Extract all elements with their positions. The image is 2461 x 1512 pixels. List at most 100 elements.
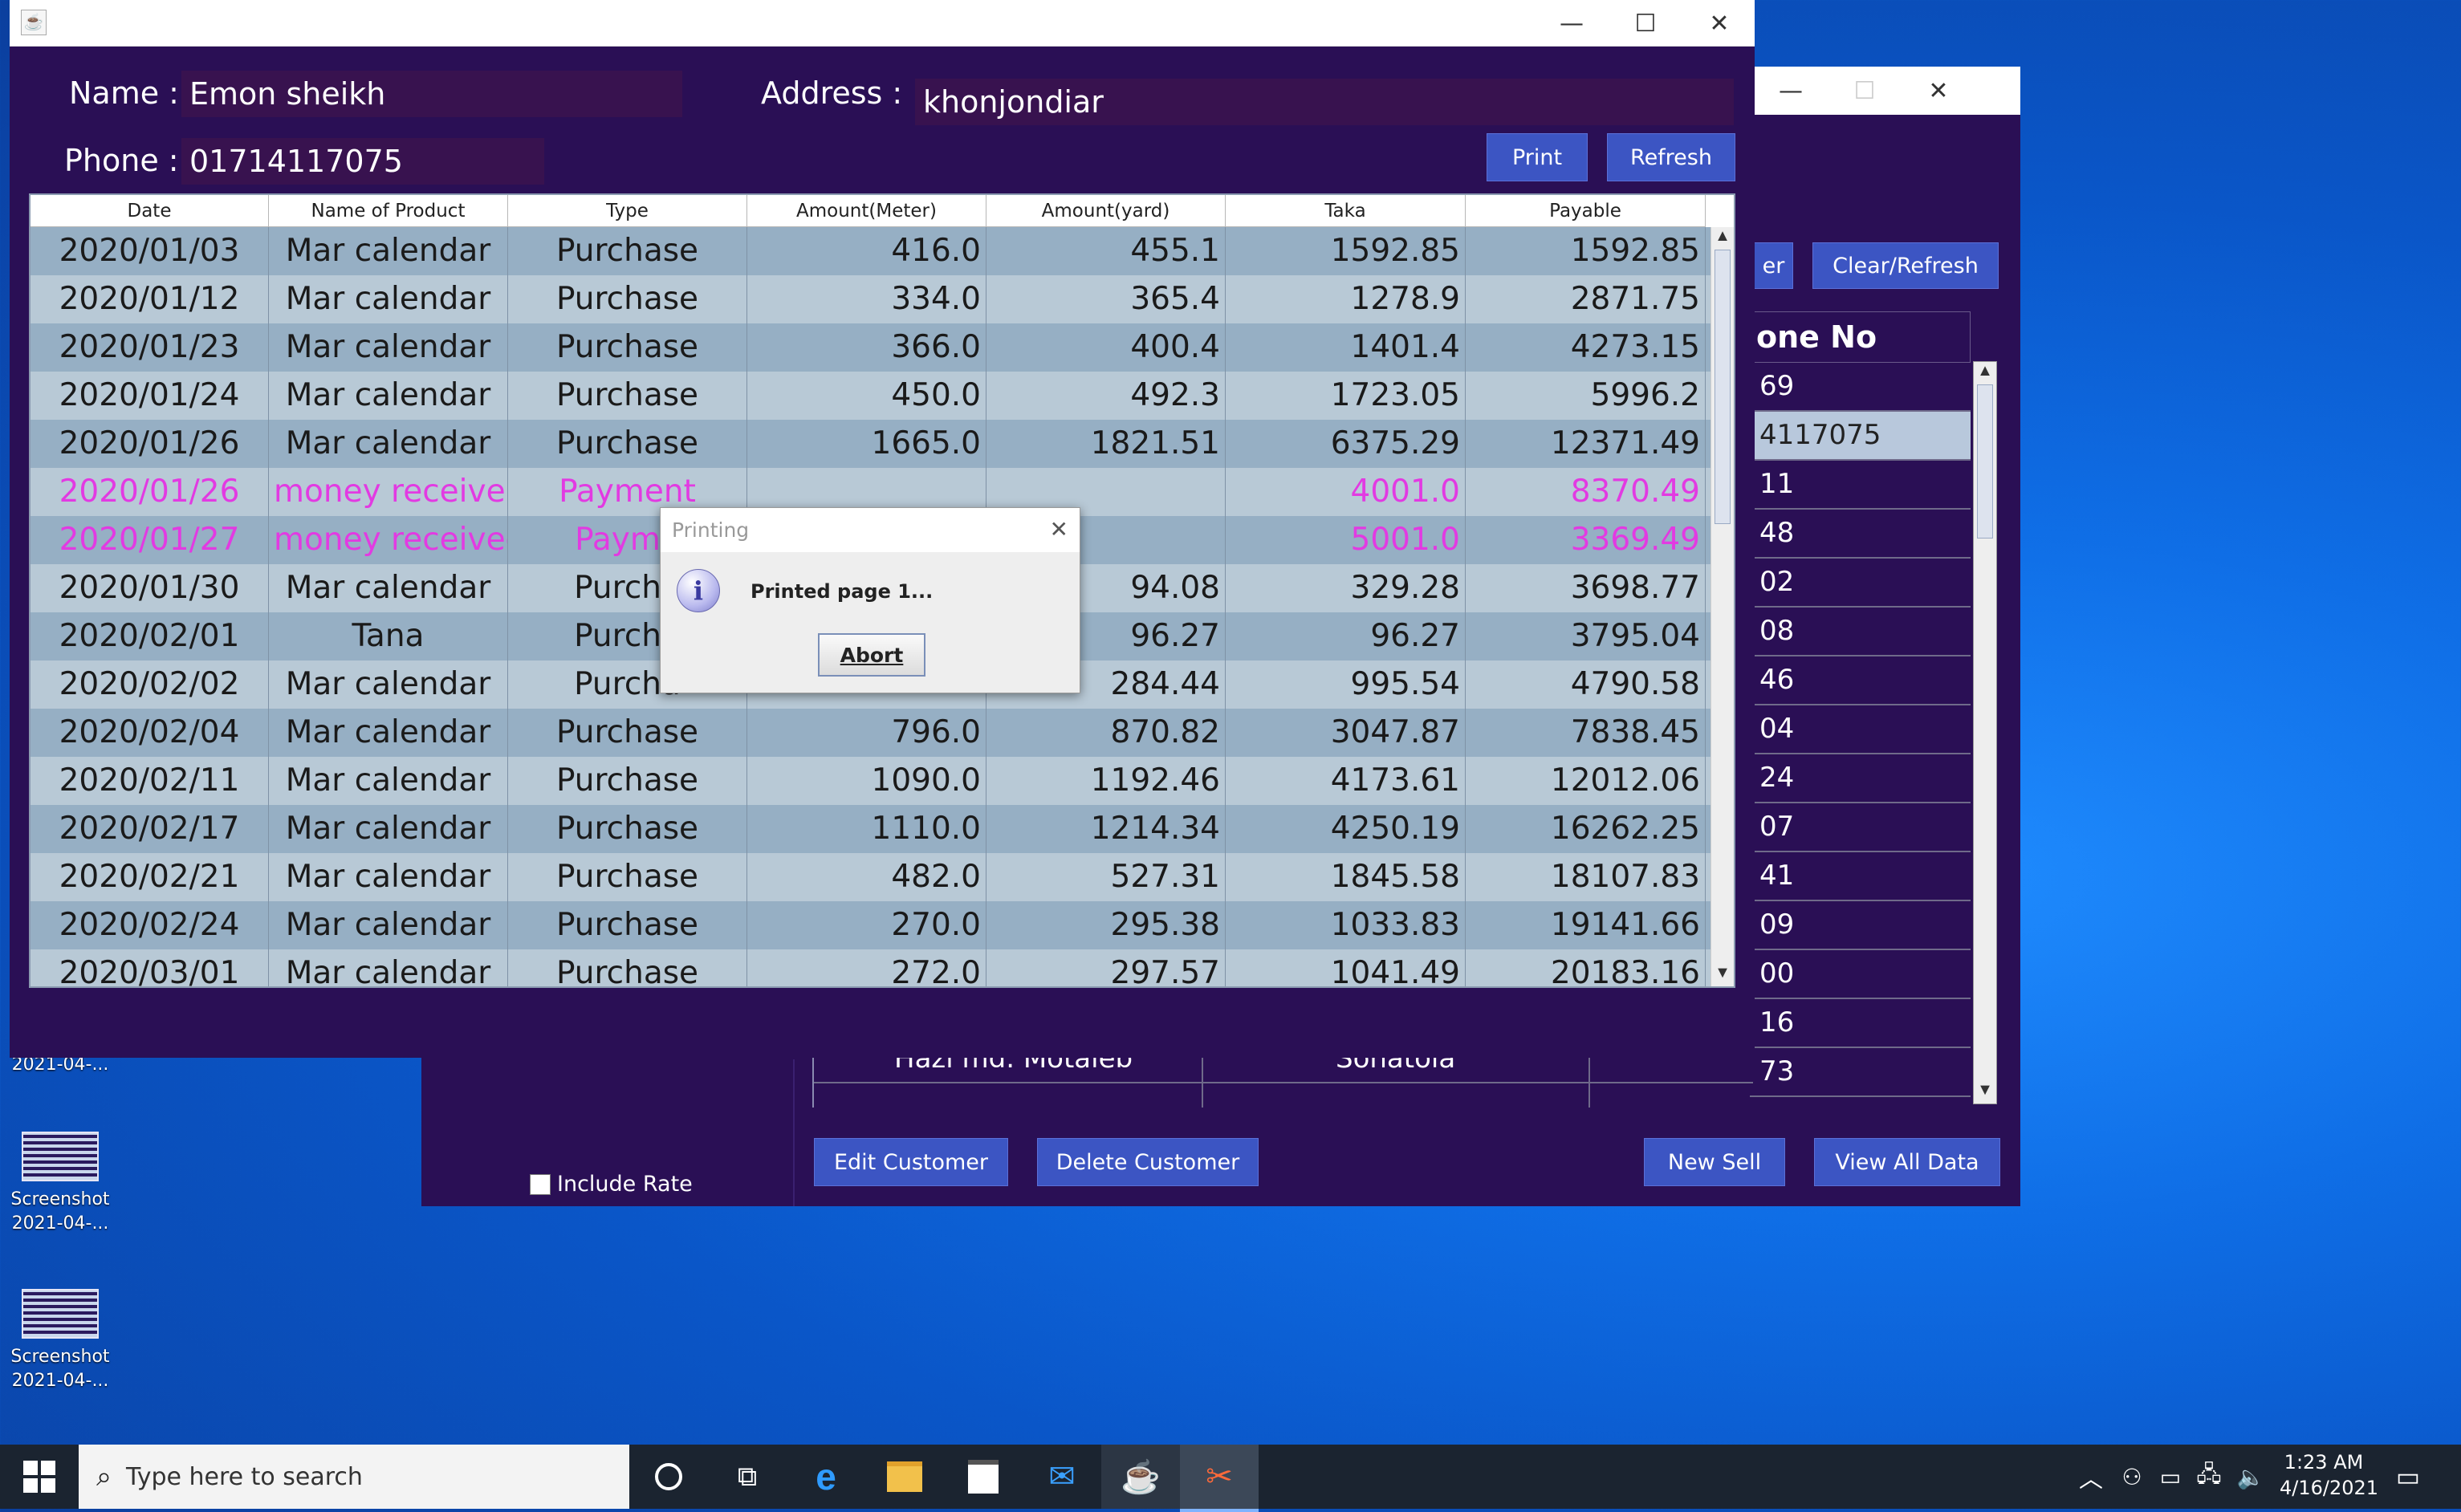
phone-cell[interactable]: 24	[1750, 754, 1971, 803]
phone-cell[interactable]: 04	[1750, 705, 1971, 754]
table-row[interactable]: 2020/01/03 Mar calendar Purchase 416.0 455.1…	[31, 227, 1712, 276]
name-field[interactable]: Emon sheikh	[181, 71, 682, 117]
table-scrollbar[interactable]: ▲ ▼	[1710, 227, 1734, 986]
column-header[interactable]: Payable	[1466, 195, 1706, 227]
phone-cell[interactable]: 08	[1750, 608, 1971, 656]
table-cell: 2020/01/24	[31, 372, 269, 420]
column-header[interactable]: Amount(yard)	[986, 195, 1226, 227]
column-header[interactable]: Taka	[1226, 195, 1466, 227]
close-icon[interactable]: ✕	[1682, 0, 1756, 47]
table-cell: 2020/02/24	[31, 901, 269, 949]
image-file-icon	[22, 1132, 99, 1181]
scroll-thumb[interactable]	[1715, 250, 1731, 524]
dialog-close-icon[interactable]: ✕	[1050, 516, 1068, 543]
table-cell: 4173.61	[1226, 757, 1466, 805]
table-cell: Mar calendar	[269, 805, 508, 853]
clear-refresh-button[interactable]: Clear/Refresh	[1812, 242, 1999, 289]
checkbox-box[interactable]	[530, 1173, 551, 1195]
view-all-data-button[interactable]: View All Data	[1814, 1138, 2000, 1186]
phone-cell[interactable]: 69	[1750, 363, 1971, 412]
table-cell: 1592.85	[1466, 227, 1706, 275]
table-row[interactable]: 2020/01/24 Mar calendar Purchase 450.0 492.3…	[31, 372, 1712, 421]
table-row[interactable]: 2020/01/26 Mar calendar Purchase 1665.0 1821…	[31, 420, 1712, 469]
phone-cell[interactable]: 02	[1750, 559, 1971, 608]
table-cell: 12371.49	[1466, 420, 1706, 468]
maximize-icon[interactable]: ☐	[1828, 67, 1902, 115]
scroll-up-icon[interactable]: ▲	[1711, 227, 1734, 250]
phone-cell[interactable]: 46	[1750, 656, 1971, 705]
desktop-icon-screenshot-2[interactable]: Screenshot 2021-04-...	[0, 1289, 120, 1393]
close-icon[interactable]: ✕	[1902, 67, 1975, 115]
maximize-icon[interactable]: ☐	[1609, 0, 1682, 47]
table-cell: 7838.45	[1466, 709, 1706, 757]
scroll-down-icon[interactable]: ▼	[1711, 964, 1734, 986]
table-cell: 3369.49	[1466, 516, 1706, 564]
store-icon[interactable]	[944, 1445, 1023, 1509]
delete-customer-button[interactable]: Delete Customer	[1037, 1138, 1259, 1186]
minimize-icon[interactable]: —	[1754, 67, 1828, 115]
phone-cell[interactable]: 00	[1750, 950, 1971, 999]
include-rate-checkbox[interactable]: Include Rate	[530, 1172, 693, 1197]
phone-cell[interactable]: 41	[1750, 852, 1971, 901]
column-header[interactable]: Type	[508, 195, 747, 227]
back-table-scrollbar[interactable]: ▲ ▼	[1973, 361, 1997, 1104]
phone-column-header[interactable]: one No	[1750, 311, 1971, 363]
table-row[interactable]: 2020/01/12 Mar calendar Purchase 334.0 365.4…	[31, 275, 1712, 324]
scroll-up-icon[interactable]: ▲	[1974, 362, 1996, 384]
print-button[interactable]: Print	[1487, 133, 1588, 181]
partial-button[interactable]: er	[1755, 242, 1793, 289]
table-cell: 400.4	[986, 323, 1226, 372]
table-cell: Mar calendar	[269, 275, 508, 323]
phone-cell[interactable]: 09	[1750, 901, 1971, 950]
phone-cell[interactable]: 16	[1750, 999, 1971, 1048]
phone-field[interactable]: 01714117075	[181, 138, 544, 185]
scroll-down-icon[interactable]: ▼	[1974, 1081, 1996, 1104]
table-row[interactable]: 2020/01/23 Mar calendar Purchase 366.0 400.4…	[31, 323, 1712, 372]
desktop-icon-screenshot-1[interactable]: Screenshot 2021-04-...	[0, 1132, 120, 1236]
notification-icon[interactable]: ▭	[2376, 1445, 2440, 1509]
table-row[interactable]: 2020/03/01 Mar calendar Purchase 272.0 297.5…	[31, 949, 1712, 986]
table-cell: 4001.0	[1226, 468, 1466, 516]
phone-cell[interactable]: 07	[1750, 803, 1971, 852]
java-app-icon[interactable]: ☕	[1101, 1445, 1180, 1509]
scroll-thumb[interactable]	[1977, 384, 1993, 539]
phone-cell[interactable]: 73	[1750, 1048, 1971, 1097]
table-cell: Purchase	[508, 227, 747, 275]
column-header[interactable]: Amount(Meter)	[747, 195, 986, 227]
table-row[interactable]: 2020/02/17 Mar calendar Purchase 1110.0 1214…	[31, 805, 1712, 854]
search-input[interactable]: Type here to search	[126, 1463, 363, 1491]
dialog-message: Printed page 1...	[751, 580, 934, 603]
network-icon[interactable]: 🖧	[2185, 1445, 2233, 1509]
volume-icon[interactable]: 🔈	[2227, 1445, 2275, 1509]
refresh-button[interactable]: Refresh	[1607, 133, 1735, 181]
table-cell: 2020/03/01	[31, 949, 269, 986]
table-cell: 297.57	[986, 949, 1226, 986]
edit-customer-button[interactable]: Edit Customer	[814, 1138, 1008, 1186]
table-row[interactable]: 2020/02/04 Mar calendar Purchase 796.0 870.8…	[31, 709, 1712, 758]
minimize-icon[interactable]: —	[1535, 0, 1609, 47]
new-sell-button[interactable]: New Sell	[1644, 1138, 1785, 1186]
mail-icon[interactable]: ✉	[1023, 1445, 1101, 1509]
snipping-tool-icon[interactable]: ✂	[1180, 1445, 1259, 1512]
table-row[interactable]: 2020/02/24 Mar calendar Purchase 270.0 295.3…	[31, 901, 1712, 950]
table-cell: Purchase	[508, 372, 747, 420]
phone-cell[interactable]: 4117075	[1750, 412, 1971, 461]
task-view-icon[interactable]: ⧉	[708, 1445, 787, 1509]
table-cell: 18107.83	[1466, 853, 1706, 901]
table-cell: Purchase	[508, 275, 747, 323]
address-field[interactable]: khonjondiar	[915, 79, 1734, 125]
table-row[interactable]: 2020/02/11 Mar calendar Purchase 1090.0 1192…	[31, 757, 1712, 806]
taskbar-search[interactable]: ⌕ Type here to search	[79, 1445, 629, 1509]
windows-start-icon[interactable]	[0, 1445, 79, 1509]
column-header[interactable]: Name of Product	[269, 195, 508, 227]
edge-icon[interactable]: e	[787, 1445, 865, 1509]
clock[interactable]: 1:23 AM 4/16/2021	[2280, 1449, 2378, 1501]
column-header[interactable]: Date	[31, 195, 269, 227]
cortana-icon[interactable]	[629, 1445, 708, 1509]
phone-cell[interactable]: 48	[1750, 510, 1971, 559]
table-cell: 1041.49	[1226, 949, 1466, 986]
file-explorer-icon[interactable]	[865, 1445, 944, 1509]
abort-button[interactable]: Abort	[818, 633, 925, 677]
table-row[interactable]: 2020/02/21 Mar calendar Purchase 482.0 527.3…	[31, 853, 1712, 902]
phone-cell[interactable]: 11	[1750, 461, 1971, 510]
